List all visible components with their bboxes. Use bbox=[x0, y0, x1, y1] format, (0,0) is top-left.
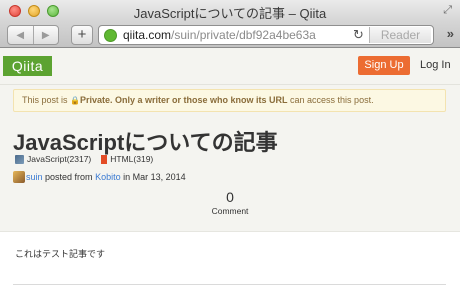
article-meta: suin posted from Kobito in Mar 13, 2014 bbox=[13, 171, 186, 183]
url-text: qiita.com/suin/private/dbf92a4be63a bbox=[123, 26, 316, 44]
site-header: Qiita Sign Up Log In bbox=[0, 48, 460, 85]
html-tag-icon bbox=[101, 154, 108, 164]
comment-label: Comment bbox=[211, 206, 249, 216]
comment-count[interactable]: 0 bbox=[210, 189, 250, 205]
address-bar[interactable]: qiita.com/suin/private/dbf92a4be63a ↻ Re… bbox=[98, 25, 434, 45]
back-button[interactable]: ◀ bbox=[8, 26, 34, 44]
qiita-logo[interactable]: Qiita bbox=[3, 56, 52, 76]
toolbar-overflow-icon[interactable]: » bbox=[447, 26, 454, 41]
back-arrow-icon: ◀ bbox=[16, 29, 25, 41]
javascript-tag-icon bbox=[15, 154, 24, 164]
author-avatar[interactable] bbox=[13, 171, 25, 183]
window-title: JavaScriptについての記事 – Qiita bbox=[133, 6, 327, 21]
article-header: This post is 🔒Private. Only a writer or … bbox=[0, 85, 460, 232]
body-divider bbox=[13, 284, 446, 285]
notice-prefix: This post is bbox=[22, 95, 71, 105]
posted-from-label: posted from bbox=[45, 172, 93, 182]
history-nav: ◀ ▶ bbox=[7, 25, 59, 45]
article-body: これはテスト記事です bbox=[15, 249, 106, 259]
window-titlebar: JavaScriptについての記事 – Qiita ⤢ bbox=[0, 0, 460, 22]
lock-icon: 🔒 bbox=[70, 96, 80, 105]
forward-arrow-icon: ▶ bbox=[41, 29, 50, 41]
reader-button[interactable]: Reader bbox=[369, 27, 431, 43]
tag-javascript[interactable]: JavaScript (2317) bbox=[15, 154, 91, 164]
tag-list: JavaScript (2317) HTML (319) bbox=[15, 152, 153, 166]
private-notice: This post is 🔒Private. Only a writer or … bbox=[13, 89, 446, 112]
site-favicon-icon bbox=[104, 29, 117, 42]
reload-icon[interactable]: ↻ bbox=[353, 26, 364, 44]
url-domain: qiita.com bbox=[123, 28, 172, 42]
post-date: Mar 13, 2014 bbox=[132, 172, 186, 182]
new-tab-button[interactable]: + bbox=[71, 25, 93, 45]
notice-bold: Private. Only a writer or those who know… bbox=[79, 95, 288, 105]
forward-button[interactable]: ▶ bbox=[34, 26, 59, 44]
signup-button[interactable]: Sign Up bbox=[358, 56, 410, 75]
login-link[interactable]: Log In bbox=[420, 59, 451, 71]
tag-name: HTML bbox=[110, 154, 134, 164]
fullscreen-icon[interactable]: ⤢ bbox=[443, 4, 452, 17]
url-path: /suin/private/dbf92a4be63a bbox=[171, 28, 316, 42]
date-prefix: in bbox=[123, 172, 131, 182]
kobito-link[interactable]: Kobito bbox=[95, 172, 121, 182]
tag-count: (319) bbox=[133, 154, 154, 164]
tag-html[interactable]: HTML (319) bbox=[101, 154, 153, 164]
browser-toolbar: ◀ ▶ + qiita.com/suin/private/dbf92a4be63… bbox=[0, 22, 460, 48]
plus-icon: + bbox=[77, 26, 87, 43]
tag-name: JavaScript bbox=[27, 154, 67, 164]
notice-suffix: can access this post. bbox=[287, 95, 374, 105]
author-link[interactable]: suin bbox=[26, 172, 43, 182]
tag-count: (2317) bbox=[66, 154, 92, 164]
